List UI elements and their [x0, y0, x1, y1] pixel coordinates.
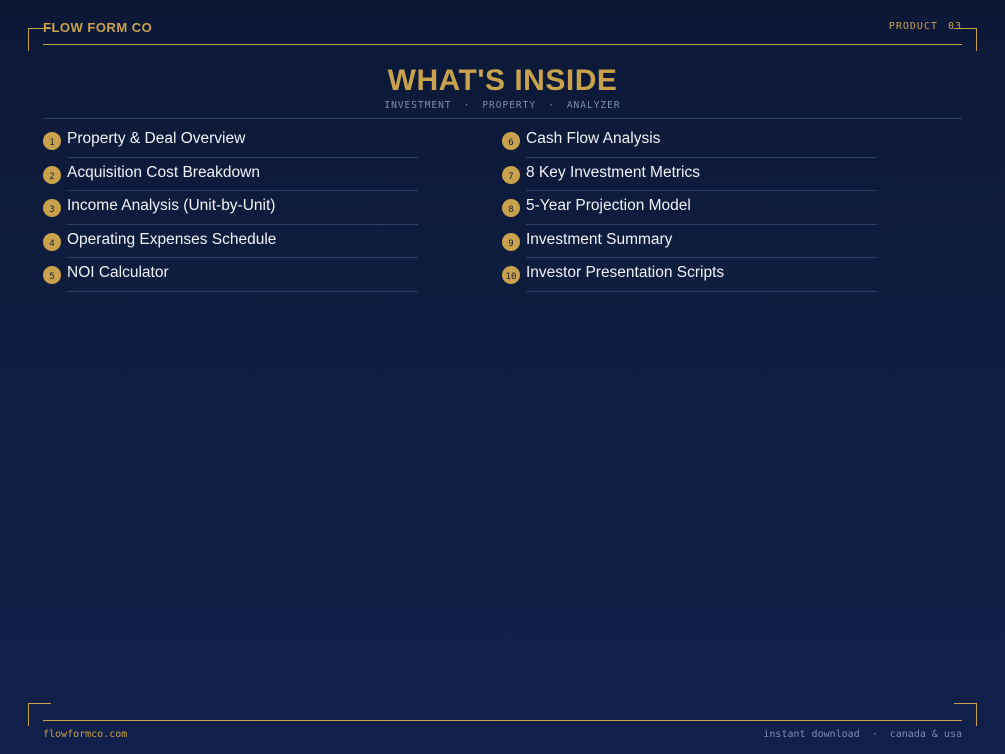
- list-item-label: 8 Key Investment Metrics: [526, 163, 701, 181]
- subtitle-word-property: PROPERTY: [482, 100, 537, 111]
- list-item-label: Property & Deal Overview: [67, 130, 246, 147]
- number-badge: 9: [502, 232, 520, 251]
- corner-bracket-bottom-right: [954, 703, 977, 726]
- list-item-label: Investment Summary: [526, 230, 673, 248]
- subtitle-separator: ·: [463, 100, 471, 111]
- product-number: 03: [947, 21, 962, 32]
- header-divider: [43, 44, 962, 45]
- number-badge: 5: [43, 266, 61, 284]
- list-item: 10 Investor Presentation Scripts: [502, 258, 877, 292]
- list-item-label: Acquisition Cost Breakdown: [67, 163, 260, 181]
- page-subtitle: INVESTMENT · PROPERTY · ANALYZER: [0, 100, 1005, 111]
- number-badge: 6: [502, 132, 520, 150]
- list-item-label: Cash Flow Analysis: [526, 130, 661, 147]
- subtitle-word-investment: INVESTMENT: [384, 100, 452, 111]
- number-badge: 2: [43, 165, 61, 184]
- item-divider: [67, 290, 418, 292]
- list-item-label: Investor Presentation Scripts: [526, 264, 725, 281]
- subtitle-separator: ·: [548, 100, 555, 111]
- number-badge: 10: [502, 266, 520, 284]
- footer-notes: instant download · canada & usa: [763, 729, 962, 740]
- list-item-label: Income Analysis (Unit-by-Unit): [67, 197, 276, 214]
- footer-note-download: instant download: [763, 729, 860, 740]
- list-item: 5 NOI Calculator: [43, 258, 418, 292]
- number-badge: 8: [502, 199, 520, 217]
- footer-note-region: canada & usa: [889, 729, 962, 740]
- number-badge: 7: [502, 165, 520, 184]
- footer-separator: ·: [871, 729, 878, 740]
- footer-divider: [43, 720, 962, 721]
- page-title: WHAT'S INSIDE: [387, 64, 618, 97]
- product-label: PRODUCT: [888, 21, 938, 32]
- number-badge: 4: [43, 232, 61, 251]
- page: FLOW FORM CO PRODUCT 03 WHAT'S INSIDE INV…: [0, 0, 1005, 754]
- corner-bracket-bottom-left: [28, 703, 51, 726]
- list-item: 6 Cash Flow Analysis: [502, 124, 877, 158]
- number-badge: 1: [43, 132, 61, 150]
- list-item-label: 5-Year Projection Model: [526, 197, 691, 214]
- list-item: 4 Operating Expenses Schedule: [43, 225, 418, 258]
- list-item: 9 Investment Summary: [502, 225, 877, 258]
- website-text: flowformco.com: [43, 729, 128, 740]
- list-item-label: NOI Calculator: [67, 264, 169, 281]
- list-item: 2 Acquisition Cost Breakdown: [43, 158, 418, 191]
- list-item: 8 5-Year Projection Model: [502, 191, 877, 225]
- product-tag: PRODUCT 03: [889, 21, 962, 32]
- contents-list-left: 1 Property & Deal Overview 2 Acquisition…: [43, 124, 418, 292]
- title-divider: [43, 118, 962, 119]
- item-divider: [526, 290, 877, 292]
- list-item: 7 8 Key Investment Metrics: [502, 158, 877, 191]
- contents-list-right: 6 Cash Flow Analysis 7 8 Key Investment …: [502, 124, 877, 292]
- list-item: 1 Property & Deal Overview: [43, 124, 418, 158]
- subtitle-word-analyzer: ANALYZER: [566, 100, 621, 111]
- list-item-label: Operating Expenses Schedule: [67, 230, 277, 248]
- brand-name: FLOW FORM CO: [43, 20, 153, 35]
- number-badge: 3: [43, 199, 61, 217]
- list-item: 3 Income Analysis (Unit-by-Unit): [43, 191, 418, 225]
